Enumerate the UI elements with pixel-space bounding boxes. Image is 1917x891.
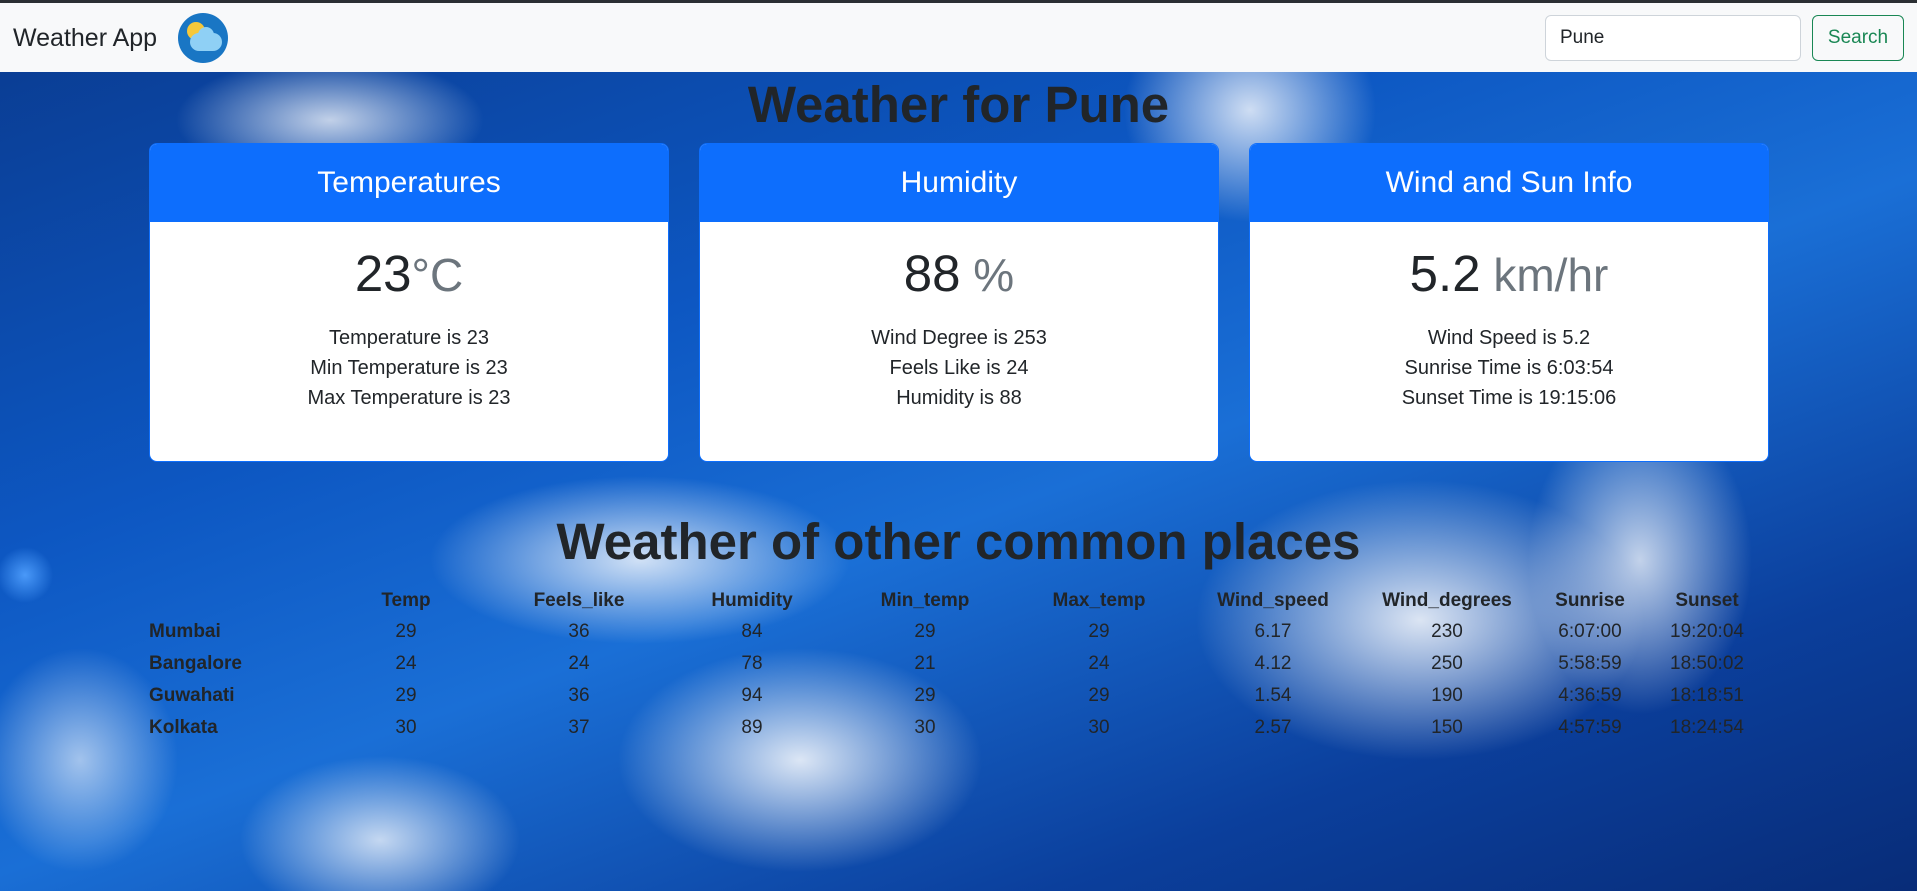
table-cell: 18:18:51	[1670, 685, 1744, 706]
table-cell: 89	[741, 717, 763, 738]
card-line: Max Temperature is 23	[307, 387, 511, 409]
column-header: Wind_degrees	[1382, 589, 1512, 611]
table-cell: 94	[741, 685, 763, 706]
table-cell: 18:50:02	[1670, 653, 1744, 674]
temperature-unit: °C	[411, 249, 464, 301]
table-header-row: Temp Feels_like Humidity Min_temp Max_te…	[149, 585, 1769, 616]
column-header: Max_temp	[1052, 589, 1146, 611]
table-cell: 4:36:59	[1558, 685, 1622, 706]
navbar: Weather App Search	[0, 3, 1917, 72]
card-main-value: 5.2 km/hr	[1250, 244, 1768, 305]
card-header: Temperatures	[150, 144, 668, 222]
table-cell: 21	[914, 653, 936, 674]
other-places-title: Weather of other common places	[556, 513, 1361, 570]
table-cell: 29	[395, 621, 417, 642]
table-cell: 30	[395, 717, 417, 738]
column-header: Temp	[381, 589, 431, 611]
table-cell: 6:07:00	[1558, 621, 1622, 642]
card-header: Humidity	[700, 144, 1218, 222]
humidity-value: 88	[903, 245, 961, 302]
card-line: Feels Like is 24	[889, 357, 1029, 379]
place-name: Bangalore	[149, 653, 242, 674]
temperatures-card: Temperatures 23°C Temperature is 23 Min …	[149, 143, 669, 462]
table-row: Mumbai 29 36 84 29 29 6.17 230 6:07:00 1…	[149, 616, 1769, 648]
table-cell: 29	[1088, 621, 1110, 642]
column-header: Feels_like	[533, 589, 625, 611]
wind-sun-card: Wind and Sun Info 5.2 km/hr Wind Speed i…	[1249, 143, 1769, 462]
place-name: Kolkata	[149, 717, 218, 738]
table-cell: 24	[395, 653, 417, 674]
table-cell: 2.57	[1254, 717, 1292, 738]
wind-speed-value: 5.2	[1409, 245, 1481, 302]
column-header: Wind_speed	[1217, 589, 1329, 611]
table-cell: 29	[395, 685, 417, 706]
table-cell: 78	[741, 653, 763, 674]
wind-speed-unit: km/hr	[1480, 249, 1609, 301]
table-cell: 4:57:59	[1558, 717, 1622, 738]
table-cell: 37	[568, 717, 590, 738]
column-header: Sunset	[1675, 589, 1739, 611]
column-header: Sunrise	[1555, 589, 1625, 611]
table-cell: 29	[914, 685, 936, 706]
table-cell: 30	[1088, 717, 1110, 738]
other-places-table: Temp Feels_like Humidity Min_temp Max_te…	[149, 585, 1769, 744]
table-cell: 150	[1431, 717, 1463, 738]
humidity-card: Humidity 88 % Wind Degree is 253 Feels L…	[699, 143, 1219, 462]
table-cell: 84	[741, 621, 763, 642]
card-line: Humidity is 88	[896, 387, 1022, 409]
weather-logo-icon	[178, 13, 228, 63]
temperature-value: 23	[354, 245, 412, 302]
card-line: Temperature is 23	[328, 327, 490, 349]
table-cell: 18:24:54	[1670, 717, 1744, 738]
card-line: Sunrise Time is 6:03:54	[1404, 357, 1614, 379]
card-line: Sunset Time is 19:15:06	[1401, 387, 1617, 409]
column-header: Min_temp	[880, 589, 970, 611]
column-header	[149, 585, 319, 616]
table-cell: 29	[914, 621, 936, 642]
table-cell: 250	[1431, 653, 1463, 674]
table-cell: 6.17	[1254, 621, 1292, 642]
table-cell: 230	[1431, 621, 1463, 642]
place-name: Guwahati	[149, 685, 235, 706]
humidity-unit: %	[960, 249, 1015, 301]
card-line: Min Temperature is 23	[310, 357, 508, 379]
table-cell: 190	[1431, 685, 1463, 706]
table-cell: 29	[1088, 685, 1110, 706]
city-search-input[interactable]	[1545, 15, 1801, 61]
brand-title[interactable]: Weather App	[13, 24, 157, 53]
table-row: Guwahati 29 36 94 29 29 1.54 190 4:36:59…	[149, 680, 1769, 712]
table-cell: 19:20:04	[1670, 621, 1744, 642]
table-cell: 30	[914, 717, 936, 738]
card-line: Wind Speed is 5.2	[1427, 327, 1591, 349]
column-header: Humidity	[711, 589, 793, 611]
table-cell: 36	[568, 685, 590, 706]
card-main-value: 23°C	[150, 244, 668, 305]
card-header: Wind and Sun Info	[1250, 144, 1768, 222]
place-name: Mumbai	[149, 621, 221, 642]
card-line: Wind Degree is 253	[871, 327, 1047, 349]
table-row: Kolkata 30 37 89 30 30 2.57 150 4:57:59 …	[149, 712, 1769, 744]
table-cell: 1.54	[1254, 685, 1292, 706]
table-cell: 5:58:59	[1558, 653, 1622, 674]
search-button[interactable]: Search	[1812, 15, 1904, 61]
table-cell: 24	[568, 653, 590, 674]
table-cell: 36	[568, 621, 590, 642]
table-cell: 4.12	[1254, 653, 1292, 674]
table-row: Bangalore 24 24 78 21 24 4.12 250 5:58:5…	[149, 648, 1769, 680]
page-title: Weather for Pune	[747, 76, 1170, 133]
card-main-value: 88 %	[700, 244, 1218, 305]
table-cell: 24	[1088, 653, 1110, 674]
